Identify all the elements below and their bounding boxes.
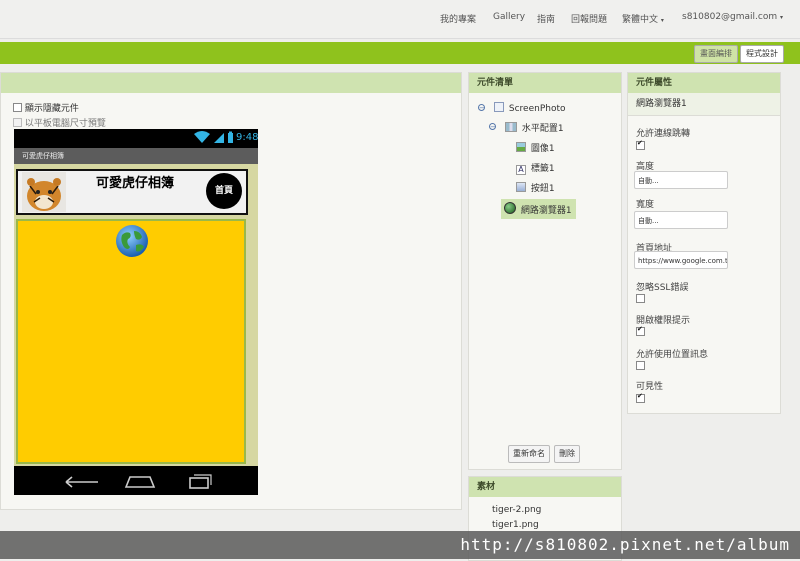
collapse-screen-toggle[interactable]: − — [478, 104, 485, 112]
nav-account[interactable]: s810802@gmail.com ▾ — [682, 12, 783, 22]
ignore-ssl-checkbox[interactable] — [636, 294, 645, 303]
nav-gallery[interactable]: Gallery — [493, 12, 525, 22]
album-heading: 可愛虎仔相簿 — [96, 176, 175, 191]
dropdown-caret-icon: ▾ — [660, 17, 664, 24]
horizontal-arrangement-icon — [505, 122, 517, 132]
prompt-permission-checkbox[interactable] — [636, 325, 645, 336]
tablet-preview-row: 以平板電腦尺寸預覽 — [13, 116, 106, 129]
label-icon: A — [516, 165, 526, 175]
nav-my-projects[interactable]: 我的專案 — [440, 12, 476, 25]
media-header: 素材 — [469, 477, 621, 497]
status-time: 9:48 — [236, 132, 259, 143]
web-viewer[interactable] — [16, 219, 246, 464]
signal-icon — [214, 133, 224, 143]
webviewer-icon — [504, 202, 516, 214]
screen-title-bar: 可愛虎仔相簿 — [14, 148, 258, 164]
wifi-icon — [194, 131, 210, 143]
delete-button[interactable]: 刪除 — [554, 445, 580, 463]
tree-item-horizontal-arrangement[interactable]: 水平配置1 — [505, 121, 564, 134]
rename-button[interactable]: 重新命名 — [508, 445, 550, 463]
home-url-field[interactable]: https://www.google.com.tw — [634, 251, 728, 269]
home-nav-icon — [124, 476, 156, 488]
use-location-checkbox[interactable] — [636, 361, 645, 370]
horizontal-arrangement[interactable]: 可愛虎仔相簿 首頁 — [16, 169, 248, 215]
allow-navigation-checkbox[interactable] — [636, 139, 645, 150]
ignore-ssl-label: 忽略SSL錯誤 — [636, 283, 689, 293]
project-toolbar: 畫面編排 程式設計 — [0, 42, 800, 64]
phone-screen: 可愛虎仔相簿 首頁 — [14, 164, 258, 466]
tree-item-image[interactable]: 圖像1 — [516, 141, 555, 154]
viewer-header — [1, 73, 461, 93]
image-icon — [516, 142, 526, 152]
watermark-text: http://s810802.pixnet.net/album — [460, 535, 790, 554]
nav-report-issue[interactable]: 回報問題 — [571, 12, 607, 25]
use-location-label: 允許使用位置訊息 — [636, 350, 709, 360]
button-icon — [516, 182, 526, 192]
screen-icon — [494, 102, 504, 112]
watermark-bar: http://s810802.pixnet.net/album — [0, 531, 800, 559]
top-navigation: 我的專案 Gallery 指南 回報問題 繁體中文 ▾ s810802@gmai… — [0, 0, 800, 39]
show-hidden-checkbox[interactable] — [13, 103, 22, 112]
home-button-label: 首頁 — [214, 186, 233, 196]
status-bar: 9:48 — [14, 129, 258, 147]
nav-guide[interactable]: 指南 — [537, 12, 555, 25]
media-file-item[interactable]: tiger1.png — [492, 520, 539, 530]
status-icons — [194, 131, 233, 143]
tablet-preview-label: 以平板電腦尺寸預覽 — [24, 119, 106, 129]
properties-panel: 元件屬性 網路瀏覽器1 允許連線跳轉 高度 自動... 寬度 自動... 首頁地… — [627, 72, 781, 414]
home-button[interactable]: 首頁 — [206, 173, 242, 209]
tree-item-label: 按鈕1 — [530, 184, 555, 194]
designer-button[interactable]: 畫面編排 — [694, 45, 738, 63]
components-header: 元件清單 — [469, 73, 621, 93]
width-label: 寬度 — [636, 200, 655, 210]
nav-language[interactable]: 繁體中文 ▾ — [622, 12, 664, 25]
properties-header: 元件屬性 — [628, 73, 780, 93]
tree-item-webviewer-selected[interactable]: 網路瀏覽器1 — [501, 199, 576, 219]
height-field[interactable]: 自動... — [634, 171, 728, 189]
tree-item-label: ScreenPhoto — [508, 104, 566, 114]
tree-item-label: 圖像1 — [530, 144, 555, 154]
recents-icon — [189, 474, 212, 489]
tree-item-label: 網路瀏覽器1 — [520, 206, 572, 216]
language-label: 繁體中文 — [622, 15, 659, 25]
tree-item-label: 標籤1 — [530, 164, 555, 174]
visible-label: 可見性 — [636, 382, 664, 392]
width-field[interactable]: 自動... — [634, 211, 728, 229]
tree-item-button[interactable]: 按鈕1 — [516, 181, 555, 194]
tree-item-screen[interactable]: ScreenPhoto — [494, 102, 566, 114]
show-hidden-label: 顯示隱藏元件 — [24, 104, 79, 114]
tree-item-label[interactable]: A 標籤1 — [516, 161, 555, 175]
android-nav-bar — [14, 466, 258, 495]
selected-component-name: 網路瀏覽器1 — [628, 93, 780, 116]
show-hidden-row: 顯示隱藏元件 — [13, 101, 79, 114]
tree-item-label: 水平配置1 — [521, 124, 564, 134]
visible-checkbox[interactable] — [636, 392, 645, 403]
dropdown-caret-icon: ▾ — [780, 14, 784, 21]
phone-preview: 9:48 可愛虎仔相簿 可愛虎仔相簿 首頁 — [14, 129, 258, 495]
account-email: s810802@gmail.com — [682, 12, 778, 22]
tablet-preview-checkbox[interactable] — [13, 118, 22, 127]
prompt-permission-label: 開啟權限提示 — [636, 316, 691, 326]
back-icon — [65, 476, 98, 488]
allow-navigation-label: 允許連線跳轉 — [636, 129, 691, 139]
tiger-image[interactable] — [22, 172, 66, 212]
globe-icon — [116, 225, 148, 257]
battery-icon — [228, 131, 233, 143]
blocks-button[interactable]: 程式設計 — [740, 45, 784, 63]
media-file-item[interactable]: tiger-2.png — [492, 505, 541, 515]
collapse-arrangement-toggle[interactable]: − — [489, 123, 496, 131]
